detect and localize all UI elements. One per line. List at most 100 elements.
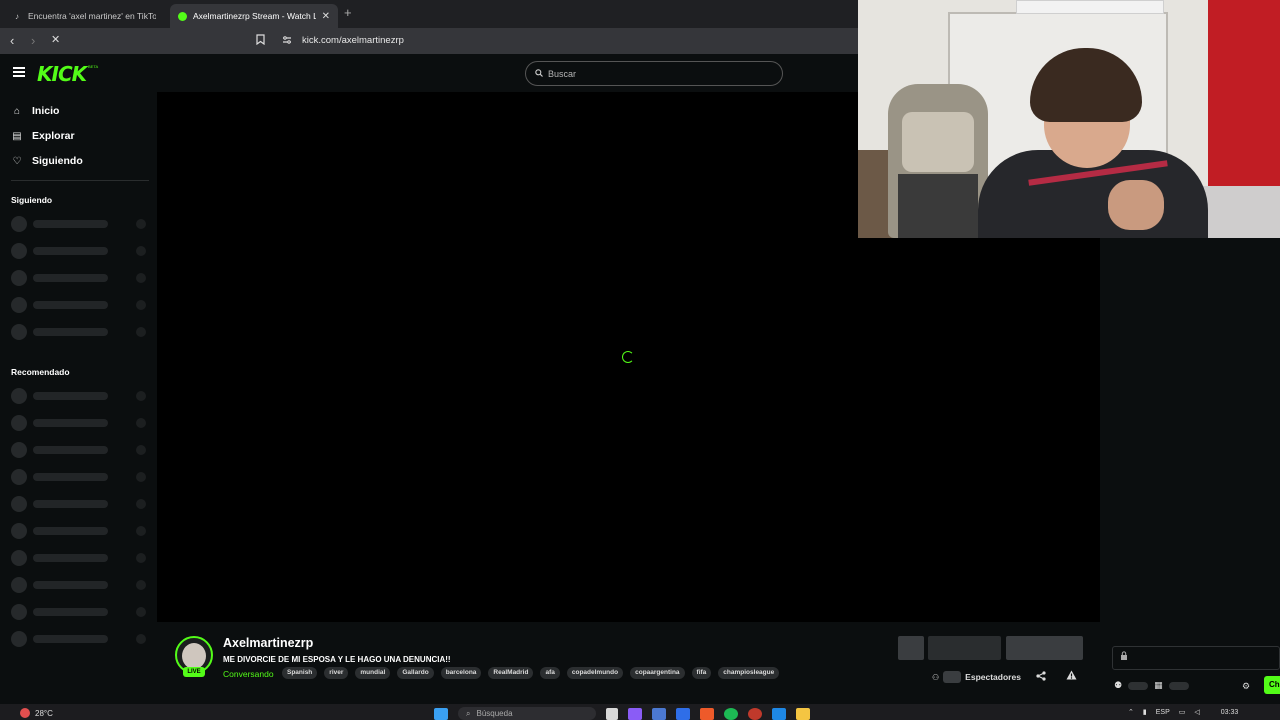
search-icon (535, 68, 543, 79)
language-indicator[interactable]: ESP (1156, 709, 1170, 716)
browser-tab-bar: ♪ Encuentra 'axel martinez' en TikTok | … (0, 0, 858, 28)
stream-title: ME DIVORCIE DE MI ESPOSA Y LE HAGO UNA D… (223, 655, 451, 664)
task-view-icon[interactable] (606, 707, 618, 720)
skeleton-channel (11, 216, 147, 232)
search-placeholder: Buscar (548, 68, 577, 79)
stop-loading-button[interactable]: ✕ (51, 34, 60, 47)
tag[interactable]: Spanish (282, 667, 318, 679)
skeleton-channel (11, 388, 147, 404)
store-icon[interactable]: ▦ (1154, 680, 1163, 691)
tag[interactable]: river (324, 667, 349, 679)
brave-browser-icon[interactable] (700, 707, 714, 720)
tag[interactable]: barcelona (440, 667, 482, 679)
nav-label: Inicio (32, 105, 60, 117)
kick-logo[interactable]: KICK (37, 62, 87, 86)
spotify-icon[interactable] (724, 707, 738, 720)
tab-tiktok[interactable]: ♪ Encuentra 'axel martinez' en TikTok | (4, 4, 164, 28)
address-bar[interactable]: kick.com/axelmartinezrp (248, 30, 858, 52)
tag[interactable]: champiosleague (718, 667, 780, 679)
tag[interactable]: RealMadrid (488, 667, 534, 679)
report-warning-icon[interactable] (1066, 670, 1077, 683)
follow-button-skeleton[interactable] (1006, 636, 1083, 660)
chat-toolbar-skeleton (1168, 681, 1189, 690)
app-icon[interactable] (772, 707, 786, 720)
chevron-up-icon[interactable]: ⌃ (1128, 708, 1134, 716)
loading-spinner-icon (622, 351, 634, 363)
skeleton-channel (11, 631, 147, 647)
close-tab-icon[interactable]: ✕ (322, 11, 330, 22)
tag[interactable]: Gallardo (397, 667, 434, 679)
skeleton-channel (11, 243, 147, 259)
tag[interactable]: copaargentina (630, 667, 685, 679)
skeleton-channel (11, 523, 147, 539)
channel-name[interactable]: Axelmartinezrp (223, 636, 313, 650)
nav-label: Siguiendo (32, 155, 83, 167)
viewer-count: ⚇ Espectadores (932, 671, 1021, 683)
live-badge: LIVE (183, 667, 205, 677)
tiktok-icon: ♪ (15, 11, 19, 21)
browser-toolbar: ‹ › ✕ kick.com/axelmartinezrp (0, 28, 858, 54)
tag[interactable]: fifa (691, 667, 712, 679)
stream-category-link[interactable]: Conversando (223, 669, 274, 679)
tab-title: Axelmartinezrp Stream - Watch L (193, 11, 316, 21)
skeleton-channel (11, 577, 147, 593)
home-icon: ⌂ (13, 105, 21, 117)
system-tray: ⌃ ▮ ESP ▭ ◁ 03:33 (1128, 708, 1239, 717)
site-info-icon[interactable] (282, 35, 292, 48)
chat-settings-icon[interactable]: ⚙ (1242, 681, 1250, 692)
new-tab-button[interactable]: + (344, 5, 352, 20)
viewers-icon: ⚇ (932, 672, 940, 682)
chat-toolbar-skeleton (1128, 681, 1149, 690)
tag-list: Spanish river mundial Gallardo barcelona… (282, 667, 780, 679)
action-button-skeleton[interactable] (898, 636, 924, 660)
network-icon[interactable]: ▭ (1179, 708, 1186, 716)
webcam-overlay (858, 0, 1280, 238)
share-icon[interactable] (1036, 671, 1046, 684)
skeleton-channel (11, 442, 147, 458)
skeleton-channel (11, 270, 147, 286)
emote-icon[interactable]: ⚉ (1114, 680, 1122, 691)
sidebar-divider (11, 180, 149, 181)
clock[interactable]: 03:33 (1221, 709, 1239, 716)
search-input[interactable]: Buscar (525, 61, 783, 86)
temperature: 28°C (35, 708, 53, 718)
tab-title: Encuentra 'axel martinez' en TikTok | (28, 11, 156, 21)
app-icon[interactable] (748, 707, 762, 720)
skeleton-channel (11, 297, 147, 313)
back-button[interactable]: ‹ (10, 34, 14, 47)
tag[interactable]: mundial (355, 667, 391, 679)
nav-item-following[interactable]: ♡ Siguiendo (11, 155, 83, 167)
search-icon: ⌕ (466, 708, 471, 718)
compass-icon: ▤ (12, 130, 22, 142)
menu-icon[interactable] (13, 67, 25, 77)
weather-widget[interactable]: 28°C (20, 708, 53, 718)
app-icon[interactable] (676, 707, 690, 720)
chat-send-button[interactable]: Ch (1264, 676, 1280, 694)
windows-start-icon[interactable] (434, 707, 448, 720)
url-text: kick.com/axelmartinezrp (302, 35, 404, 46)
volume-icon[interactable]: ◁ (1194, 708, 1199, 716)
taskbar-search[interactable]: ⌕ Búsqueda (458, 707, 596, 720)
subscribe-button-skeleton[interactable] (928, 636, 1001, 660)
file-explorer-icon[interactable] (796, 707, 810, 720)
app-icon[interactable] (628, 707, 642, 720)
weather-icon (20, 708, 30, 718)
nav-item-explore[interactable]: ▤ Explorar (11, 130, 75, 142)
chat-input[interactable] (1112, 646, 1280, 670)
nav-label: Explorar (32, 130, 75, 142)
tag[interactable]: copadelmundo (566, 667, 624, 679)
bookmark-icon[interactable] (256, 34, 265, 48)
forward-button[interactable]: › (31, 34, 35, 47)
heart-icon: ♡ (12, 155, 22, 167)
app-icon[interactable] (652, 707, 666, 720)
tab-kick-stream[interactable]: Axelmartinezrp Stream - Watch L ✕ (170, 4, 338, 28)
viewers-label: Espectadores (965, 672, 1021, 682)
skeleton-channel (11, 469, 147, 485)
taskbar-search-placeholder: Búsqueda (476, 709, 513, 718)
tray-icon[interactable]: ▮ (1143, 708, 1147, 716)
logo-beta-badge: BETA (88, 64, 99, 69)
nav-item-home[interactable]: ⌂ Inicio (11, 105, 59, 117)
skeleton-channel (11, 550, 147, 566)
tag[interactable]: afa (540, 667, 560, 679)
skeleton-channel (11, 324, 147, 340)
